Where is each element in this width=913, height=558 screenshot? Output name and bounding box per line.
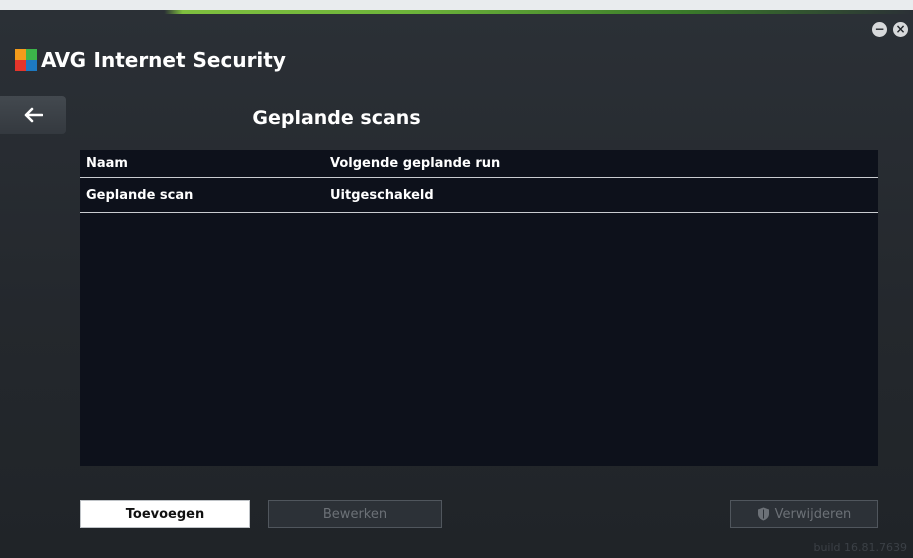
avg-logo-icon: [15, 49, 37, 71]
shield-icon: [757, 507, 770, 521]
remove-button-label: Verwijderen: [774, 506, 852, 522]
app-logo: AVG Internet Security: [15, 47, 286, 73]
cell-next-run: Uitgeschakeld: [330, 187, 434, 203]
cell-scan-name: Geplande scan: [86, 187, 194, 203]
close-button[interactable]: ×: [893, 22, 908, 37]
table-header: Naam Volgende geplande run: [80, 150, 878, 178]
page-title-container: Geplande scans: [120, 107, 553, 129]
build-version: build 16.81.7639: [813, 541, 907, 554]
column-header-name[interactable]: Naam: [80, 156, 330, 171]
top-accent-stripe: [0, 10, 913, 14]
table-row[interactable]: Geplande scan Uitgeschakeld: [80, 178, 878, 213]
edit-button[interactable]: Bewerken: [268, 500, 442, 528]
minimize-button[interactable]: −: [872, 22, 887, 37]
column-header-next-run[interactable]: Volgende geplande run: [330, 156, 878, 171]
page-title: Geplande scans: [252, 107, 421, 129]
remove-button[interactable]: Verwijderen: [730, 500, 878, 528]
scheduled-scans-table: Naam Volgende geplande run Geplande scan…: [80, 150, 878, 466]
back-button[interactable]: [0, 96, 66, 134]
brand-product-name: Internet Security: [93, 48, 286, 72]
arrow-left-icon: [24, 107, 43, 123]
app-window: − × AVG Internet Security Geplande scans…: [0, 10, 913, 558]
add-button[interactable]: Toevoegen: [80, 500, 250, 528]
brand-avg: AVG: [41, 48, 86, 72]
